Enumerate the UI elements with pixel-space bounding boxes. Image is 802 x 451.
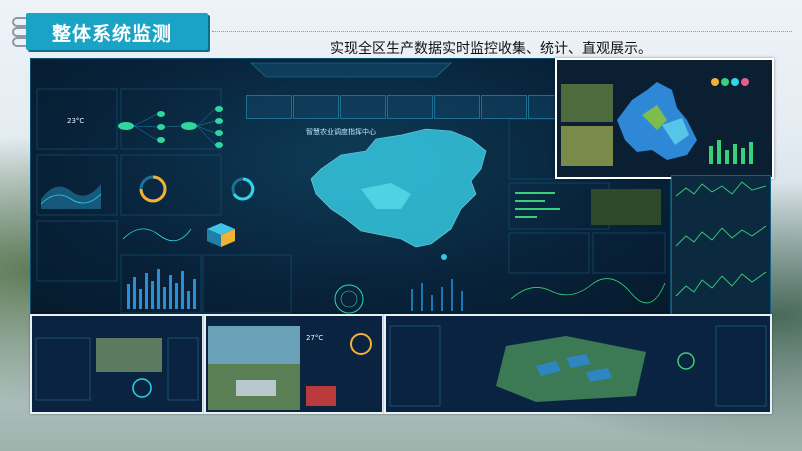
slide-subtitle: 实现全区生产数据实时监控收集、统计、直观展示。 xyxy=(330,41,652,57)
slide-title: 整体系统监测 xyxy=(52,23,173,45)
trend-charts-panel xyxy=(671,175,771,317)
stat-chip xyxy=(481,95,527,119)
dashboard-thumbnail-greenhouse xyxy=(30,314,204,414)
trend-charts-graphics xyxy=(675,181,767,297)
region-map-graphics xyxy=(557,60,772,177)
dashboard-thumbnail-aerial: 27°C xyxy=(204,314,384,414)
thumb-graphics xyxy=(35,337,199,401)
stat-chip xyxy=(293,95,339,119)
overlay-temperature: 27°C xyxy=(306,334,324,342)
dashboard-thumbnail-field-map xyxy=(384,314,772,414)
dashboard-header: 智慧农业调度指挥中心 xyxy=(306,128,376,136)
region-map-screenshot xyxy=(555,58,774,179)
stat-chip xyxy=(434,95,480,119)
thumb-graphics xyxy=(389,325,767,407)
thumb-graphics xyxy=(208,326,372,410)
stat-chip xyxy=(387,95,433,119)
stat-chip xyxy=(246,95,292,119)
title-divider xyxy=(212,31,792,32)
weather-temperature: 23°C xyxy=(67,117,85,125)
stat-chip xyxy=(340,95,386,119)
